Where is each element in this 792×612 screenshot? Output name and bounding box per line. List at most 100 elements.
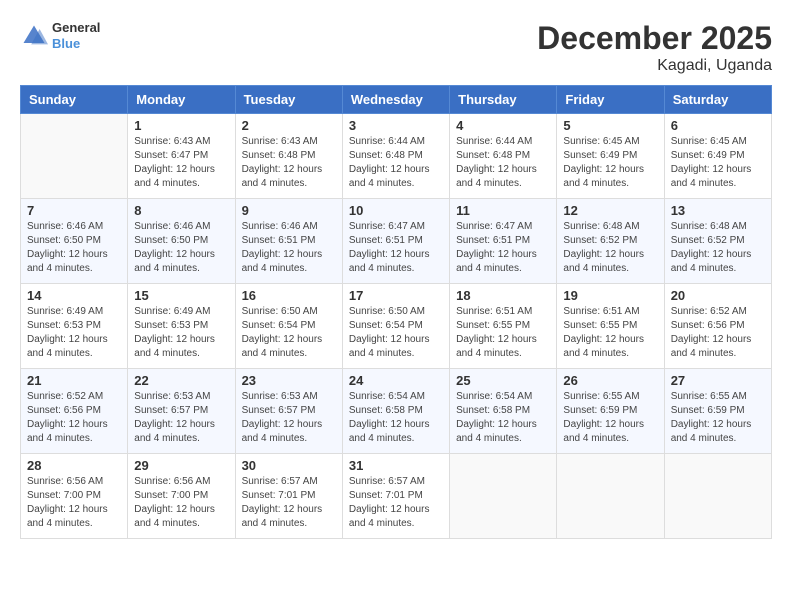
calendar-cell: 17 Sunrise: 6:50 AM Sunset: 6:54 PM Dayli…: [342, 284, 449, 369]
calendar-header-row: SundayMondayTuesdayWednesdayThursdayFrid…: [21, 86, 772, 114]
day-info: Sunrise: 6:46 AM Sunset: 6:51 PM Dayligh…: [242, 220, 336, 276]
day-number: 30: [242, 458, 336, 473]
day-number: 9: [242, 203, 336, 218]
day-header-wednesday: Wednesday: [342, 86, 449, 114]
calendar-week-row: 7 Sunrise: 6:46 AM Sunset: 6:50 PM Daylig…: [21, 199, 772, 284]
day-number: 21: [27, 373, 121, 388]
calendar-cell: 19 Sunrise: 6:51 AM Sunset: 6:55 PM Dayli…: [557, 284, 664, 369]
day-info: Sunrise: 6:50 AM Sunset: 6:54 PM Dayligh…: [242, 305, 336, 361]
day-number: 16: [242, 288, 336, 303]
calendar-cell: 4Sunrise: 6:44 AM Sunset: 6:48 PM Daylig…: [450, 114, 557, 199]
day-info: Sunrise: 6:55 AM Sunset: 6:59 PM Dayligh…: [671, 390, 765, 446]
calendar-cell: [664, 454, 771, 539]
calendar-cell: 22Sunrise: 6:53 AM Sunset: 6:57 PM Dayli…: [128, 369, 235, 454]
calendar-cell: 24 Sunrise: 6:54 AM Sunset: 6:58 PM Dayli…: [342, 369, 449, 454]
calendar-cell: 29 Sunrise: 6:56 AM Sunset: 7:00 PM Dayli…: [128, 454, 235, 539]
day-info: Sunrise: 6:51 AM Sunset: 6:55 PM Dayligh…: [456, 305, 550, 361]
logo: General Blue: [20, 20, 100, 51]
day-info: Sunrise: 6:56 AM Sunset: 7:00 PM Dayligh…: [27, 475, 121, 531]
calendar-cell: 14 Sunrise: 6:49 AM Sunset: 6:53 PM Dayli…: [21, 284, 128, 369]
day-info: Sunrise: 6:45 AM Sunset: 6:49 PM Dayligh…: [563, 135, 657, 191]
day-info: Sunrise: 6:50 AM Sunset: 6:54 PM Dayligh…: [349, 305, 443, 361]
day-info: Sunrise: 6:44 AM Sunset: 6:48 PM Dayligh…: [349, 135, 443, 191]
day-number: 11: [456, 203, 550, 218]
calendar-table: SundayMondayTuesdayWednesdayThursdayFrid…: [20, 85, 772, 539]
day-info: Sunrise: 6:57 AM Sunset: 7:01 PM Dayligh…: [349, 475, 443, 531]
day-info: Sunrise: 6:53 AM Sunset: 6:57 PM Dayligh…: [134, 390, 228, 446]
day-number: 8: [134, 203, 228, 218]
calendar-cell: 25 Sunrise: 6:54 AM Sunset: 6:58 PM Dayli…: [450, 369, 557, 454]
day-info: Sunrise: 6:48 AM Sunset: 6:52 PM Dayligh…: [563, 220, 657, 276]
calendar-cell: 27 Sunrise: 6:55 AM Sunset: 6:59 PM Dayli…: [664, 369, 771, 454]
calendar-cell: 20 Sunrise: 6:52 AM Sunset: 6:56 PM Dayli…: [664, 284, 771, 369]
calendar-cell: 23Sunrise: 6:53 AM Sunset: 6:57 PM Dayli…: [235, 369, 342, 454]
day-number: 7: [27, 203, 121, 218]
day-info: Sunrise: 6:47 AM Sunset: 6:51 PM Dayligh…: [349, 220, 443, 276]
day-number: 25: [456, 373, 550, 388]
calendar-cell: 6 Sunrise: 6:45 AM Sunset: 6:49 PM Daylig…: [664, 114, 771, 199]
logo-line2: Blue: [52, 36, 100, 52]
page-subtitle: Kagadi, Uganda: [537, 57, 772, 75]
calendar-cell: 1Sunrise: 6:43 AM Sunset: 6:47 PM Daylig…: [128, 114, 235, 199]
day-info: Sunrise: 6:52 AM Sunset: 6:56 PM Dayligh…: [27, 390, 121, 446]
calendar-cell: 8 Sunrise: 6:46 AM Sunset: 6:50 PM Daylig…: [128, 199, 235, 284]
calendar-cell: 12 Sunrise: 6:48 AM Sunset: 6:52 PM Dayli…: [557, 199, 664, 284]
day-number: 14: [27, 288, 121, 303]
day-header-saturday: Saturday: [664, 86, 771, 114]
calendar-cell: [450, 454, 557, 539]
day-number: 6: [671, 118, 765, 133]
day-info: Sunrise: 6:47 AM Sunset: 6:51 PM Dayligh…: [456, 220, 550, 276]
day-number: 5: [563, 118, 657, 133]
day-header-tuesday: Tuesday: [235, 86, 342, 114]
day-info: Sunrise: 6:46 AM Sunset: 6:50 PM Dayligh…: [134, 220, 228, 276]
calendar-week-row: 28 Sunrise: 6:56 AM Sunset: 7:00 PM Dayli…: [21, 454, 772, 539]
day-info: Sunrise: 6:54 AM Sunset: 6:58 PM Dayligh…: [456, 390, 550, 446]
day-number: 10: [349, 203, 443, 218]
logo-text: General Blue: [52, 20, 100, 51]
day-header-monday: Monday: [128, 86, 235, 114]
day-number: 19: [563, 288, 657, 303]
day-number: 17: [349, 288, 443, 303]
day-info: Sunrise: 6:44 AM Sunset: 6:48 PM Dayligh…: [456, 135, 550, 191]
day-header-friday: Friday: [557, 86, 664, 114]
day-info: Sunrise: 6:45 AM Sunset: 6:49 PM Dayligh…: [671, 135, 765, 191]
day-info: Sunrise: 6:43 AM Sunset: 6:47 PM Dayligh…: [134, 135, 228, 191]
day-number: 18: [456, 288, 550, 303]
day-number: 12: [563, 203, 657, 218]
day-number: 15: [134, 288, 228, 303]
day-number: 26: [563, 373, 657, 388]
calendar-cell: 11 Sunrise: 6:47 AM Sunset: 6:51 PM Dayli…: [450, 199, 557, 284]
day-info: Sunrise: 6:49 AM Sunset: 6:53 PM Dayligh…: [27, 305, 121, 361]
day-info: Sunrise: 6:55 AM Sunset: 6:59 PM Dayligh…: [563, 390, 657, 446]
page-title: December 2025: [537, 20, 772, 57]
calendar-cell: 30 Sunrise: 6:57 AM Sunset: 7:01 PM Dayli…: [235, 454, 342, 539]
day-info: Sunrise: 6:56 AM Sunset: 7:00 PM Dayligh…: [134, 475, 228, 531]
calendar-cell: 28 Sunrise: 6:56 AM Sunset: 7:00 PM Dayli…: [21, 454, 128, 539]
calendar-cell: [21, 114, 128, 199]
calendar-cell: 13Sunrise: 6:48 AM Sunset: 6:52 PM Dayli…: [664, 199, 771, 284]
calendar-week-row: 14 Sunrise: 6:49 AM Sunset: 6:53 PM Dayli…: [21, 284, 772, 369]
day-info: Sunrise: 6:52 AM Sunset: 6:56 PM Dayligh…: [671, 305, 765, 361]
day-number: 24: [349, 373, 443, 388]
logo-icon: [20, 22, 48, 50]
day-number: 27: [671, 373, 765, 388]
day-number: 28: [27, 458, 121, 473]
calendar-cell: 15 Sunrise: 6:49 AM Sunset: 6:53 PM Dayli…: [128, 284, 235, 369]
day-number: 3: [349, 118, 443, 133]
day-info: Sunrise: 6:43 AM Sunset: 6:48 PM Dayligh…: [242, 135, 336, 191]
page-header: General Blue December 2025 Kagadi, Ugand…: [20, 20, 772, 75]
day-header-thursday: Thursday: [450, 86, 557, 114]
day-number: 20: [671, 288, 765, 303]
calendar-cell: 7 Sunrise: 6:46 AM Sunset: 6:50 PM Daylig…: [21, 199, 128, 284]
calendar-cell: 9 Sunrise: 6:46 AM Sunset: 6:51 PM Daylig…: [235, 199, 342, 284]
calendar-week-row: 1Sunrise: 6:43 AM Sunset: 6:47 PM Daylig…: [21, 114, 772, 199]
day-info: Sunrise: 6:53 AM Sunset: 6:57 PM Dayligh…: [242, 390, 336, 446]
day-info: Sunrise: 6:46 AM Sunset: 6:50 PM Dayligh…: [27, 220, 121, 276]
day-info: Sunrise: 6:51 AM Sunset: 6:55 PM Dayligh…: [563, 305, 657, 361]
day-info: Sunrise: 6:49 AM Sunset: 6:53 PM Dayligh…: [134, 305, 228, 361]
day-info: Sunrise: 6:57 AM Sunset: 7:01 PM Dayligh…: [242, 475, 336, 531]
calendar-cell: 21 Sunrise: 6:52 AM Sunset: 6:56 PM Dayli…: [21, 369, 128, 454]
day-info: Sunrise: 6:54 AM Sunset: 6:58 PM Dayligh…: [349, 390, 443, 446]
day-number: 29: [134, 458, 228, 473]
calendar-week-row: 21 Sunrise: 6:52 AM Sunset: 6:56 PM Dayli…: [21, 369, 772, 454]
